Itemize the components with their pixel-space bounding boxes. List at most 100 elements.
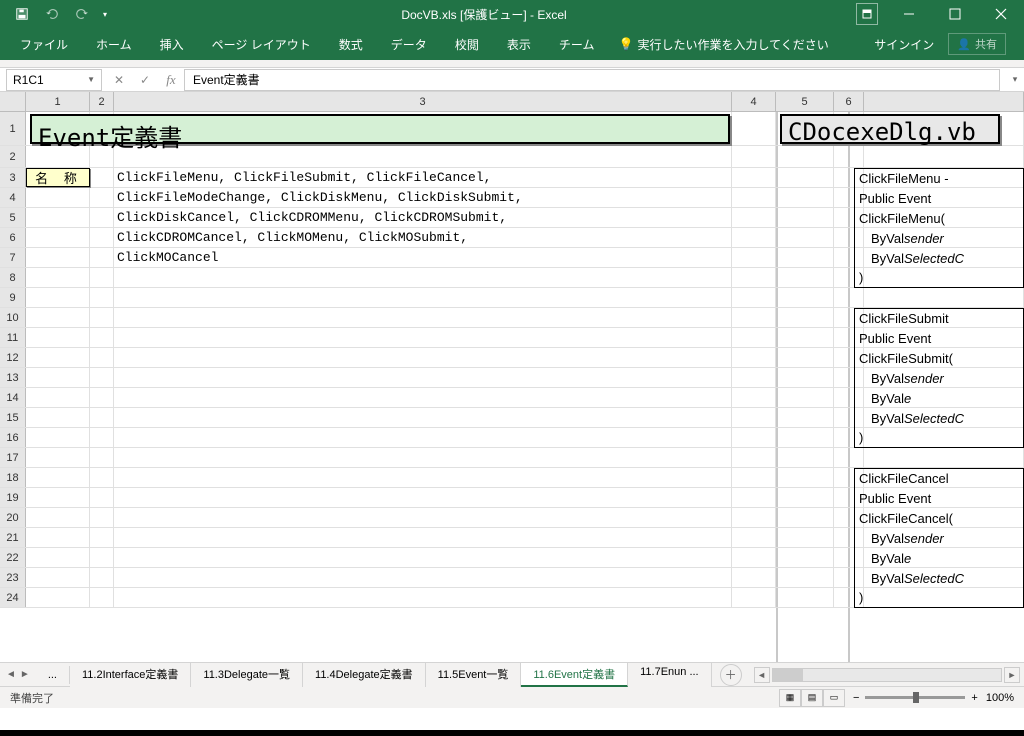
row-header[interactable]: 18: [0, 468, 26, 487]
cell[interactable]: [776, 508, 834, 527]
cell[interactable]: [90, 208, 114, 227]
sheet-nav-arrows[interactable]: ◄ ►: [0, 669, 36, 680]
chevron-down-icon[interactable]: ▼: [87, 75, 95, 84]
cell[interactable]: [114, 428, 732, 447]
tab-file[interactable]: ファイル: [6, 28, 82, 60]
cell[interactable]: [114, 388, 732, 407]
cell[interactable]: [732, 368, 776, 387]
cell[interactable]: [732, 328, 776, 347]
select-all-corner[interactable]: [0, 92, 26, 111]
cell[interactable]: [90, 508, 114, 527]
tab-formulas[interactable]: 数式: [325, 28, 377, 60]
tab-review[interactable]: 校閲: [441, 28, 493, 60]
row-header[interactable]: 13: [0, 368, 26, 387]
tab-data[interactable]: データ: [377, 28, 441, 60]
cell[interactable]: [732, 568, 776, 587]
cell[interactable]: [776, 228, 834, 247]
cell[interactable]: [114, 348, 732, 367]
cell[interactable]: [732, 508, 776, 527]
sheet-tab[interactable]: 11.4Delegate定義書: [303, 663, 426, 687]
row-header[interactable]: 9: [0, 288, 26, 307]
cell[interactable]: [90, 348, 114, 367]
scroll-left-icon[interactable]: ◄: [754, 667, 770, 683]
cell[interactable]: [732, 588, 776, 607]
cell[interactable]: [732, 348, 776, 367]
cell[interactable]: [90, 568, 114, 587]
row-header[interactable]: 10: [0, 308, 26, 327]
cell[interactable]: [114, 288, 732, 307]
row-header[interactable]: 8: [0, 268, 26, 287]
col-header[interactable]: 5: [776, 92, 834, 111]
cell[interactable]: [26, 368, 90, 387]
expand-formula-bar-icon[interactable]: ▾: [1006, 69, 1024, 91]
row-header[interactable]: 23: [0, 568, 26, 587]
cell[interactable]: [114, 508, 732, 527]
page-break-view-icon[interactable]: ▭: [823, 689, 845, 707]
name-box[interactable]: R1C1 ▼: [6, 69, 102, 91]
cell[interactable]: [90, 328, 114, 347]
sheet-tab[interactable]: 11.2Interface定義書: [70, 663, 191, 687]
cell[interactable]: [90, 588, 114, 607]
zoom-level[interactable]: 100%: [986, 692, 1014, 704]
cell[interactable]: [776, 568, 834, 587]
cell[interactable]: [114, 488, 732, 507]
cell[interactable]: [90, 288, 114, 307]
cell[interactable]: [90, 168, 114, 187]
cell[interactable]: ClickDiskCancel, ClickCDROMMenu, ClickCD…: [114, 208, 732, 227]
cell[interactable]: [26, 228, 90, 247]
cell[interactable]: [90, 308, 114, 327]
cell[interactable]: [776, 168, 834, 187]
qat-dropdown-icon[interactable]: ▾: [98, 2, 112, 26]
row-header[interactable]: 7: [0, 248, 26, 267]
cell[interactable]: [732, 488, 776, 507]
title-cell[interactable]: Event定義書: [30, 114, 730, 144]
cell[interactable]: [732, 388, 776, 407]
col-header[interactable]: [864, 92, 1024, 111]
cell[interactable]: [114, 308, 732, 327]
cell[interactable]: [776, 288, 834, 307]
cell[interactable]: [26, 468, 90, 487]
cell[interactable]: [26, 308, 90, 327]
cell[interactable]: [776, 268, 834, 287]
cell[interactable]: [90, 548, 114, 567]
tell-me-search[interactable]: 💡 実行したい作業を入力してください: [618, 36, 828, 53]
row-header[interactable]: 2: [0, 146, 26, 167]
row-header[interactable]: 14: [0, 388, 26, 407]
tab-page-layout[interactable]: ページ レイアウト: [198, 28, 325, 60]
sheet-tab-ellipsis[interactable]: ...: [36, 666, 70, 684]
share-button[interactable]: 👤 共有: [948, 33, 1006, 55]
cancel-formula-icon[interactable]: ✕: [106, 69, 132, 91]
cell[interactable]: [776, 448, 834, 467]
cell[interactable]: [114, 448, 732, 467]
cell[interactable]: [90, 468, 114, 487]
tab-insert[interactable]: 挿入: [146, 28, 198, 60]
scroll-right-icon[interactable]: ►: [1004, 667, 1020, 683]
cell[interactable]: [90, 268, 114, 287]
cell[interactable]: [776, 468, 834, 487]
row-header[interactable]: 24: [0, 588, 26, 607]
cell[interactable]: [114, 268, 732, 287]
cell[interactable]: [26, 448, 90, 467]
horizontal-scrollbar[interactable]: ◄ ►: [750, 667, 1024, 683]
cell[interactable]: [114, 146, 732, 167]
cell[interactable]: [90, 408, 114, 427]
cell[interactable]: ClickFileMenu, ClickFileSubmit, ClickFil…: [114, 168, 732, 187]
normal-view-icon[interactable]: ▦: [779, 689, 801, 707]
cell[interactable]: [776, 548, 834, 567]
row-header[interactable]: 17: [0, 448, 26, 467]
cell[interactable]: [90, 248, 114, 267]
close-button[interactable]: [978, 0, 1024, 28]
row-header[interactable]: 5: [0, 208, 26, 227]
cell[interactable]: [776, 488, 834, 507]
cell[interactable]: [732, 188, 776, 207]
row-header[interactable]: 15: [0, 408, 26, 427]
sheet-nav-prev-icon[interactable]: ◄: [6, 669, 16, 680]
zoom-out-icon[interactable]: −: [853, 692, 859, 704]
page-layout-view-icon[interactable]: ▤: [801, 689, 823, 707]
add-sheet-button[interactable]: ＋: [720, 664, 742, 686]
row-header[interactable]: 19: [0, 488, 26, 507]
cell[interactable]: [26, 248, 90, 267]
row-header[interactable]: 4: [0, 188, 26, 207]
cell[interactable]: [26, 328, 90, 347]
cell[interactable]: [776, 428, 834, 447]
